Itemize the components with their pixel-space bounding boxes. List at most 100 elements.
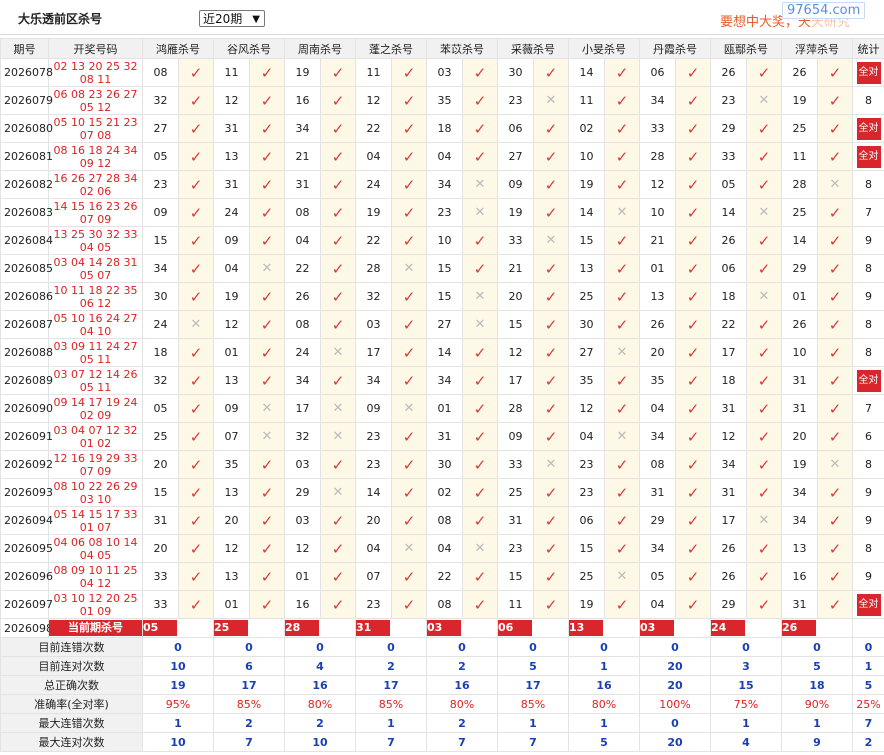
check-icon: ✓ (402, 511, 416, 530)
issue-number: 2026078 (0, 58, 53, 87)
kill-number: 02 (568, 114, 605, 143)
kill-number: 33 (497, 226, 534, 255)
kill-number: 25 (568, 282, 605, 311)
check-icon: ✓ (686, 91, 700, 110)
kill-number: 31 (142, 506, 179, 535)
result-mark: ✓ (817, 282, 853, 311)
check-icon: ✓ (686, 427, 700, 446)
cross-icon: ✕ (545, 233, 557, 248)
draw-numbers: 03 07 12 14 26 05 11 (48, 366, 143, 395)
kill-number: 26 (781, 310, 818, 339)
issue-number: 2026082 (0, 170, 53, 199)
summary-value: 1 (852, 656, 884, 676)
kill-number: 20 (781, 422, 818, 451)
back-numbers: 04 10 (79, 324, 112, 338)
check-icon: ✓ (402, 287, 416, 306)
kill-number: 08 (284, 198, 321, 227)
kill-number: 15 (426, 254, 463, 283)
table-row: 2026085 03 04 14 28 31 05 07 34 ✓ 04 ✕ 22 ✓ 28 ✕ 15… (0, 254, 884, 283)
cross-icon: ✕ (403, 401, 415, 416)
result-mark: ✓ (320, 114, 356, 143)
check-icon: ✓ (331, 63, 345, 82)
check-icon: ✓ (331, 287, 345, 306)
result-mark: ✓ (178, 254, 214, 283)
result-mark: ✓ (391, 338, 427, 367)
kill-number: 18 (426, 114, 463, 143)
result-mark: ✓ (746, 534, 782, 563)
result-mark: ✓ (533, 338, 569, 367)
kill-number: 26 (639, 310, 676, 339)
check-icon: ✓ (189, 147, 203, 166)
kill-number: 23 (355, 422, 392, 451)
draw-numbers: 09 14 17 19 24 02 09 (48, 394, 143, 423)
kill-number: 23 (568, 478, 605, 507)
check-icon: ✓ (686, 203, 700, 222)
check-icon: ✓ (615, 119, 629, 138)
check-icon: ✓ (544, 427, 558, 446)
all-correct-badge: 全对 (856, 61, 881, 84)
result-mark: ✓ (462, 254, 498, 283)
check-icon: ✓ (615, 147, 629, 166)
result-mark: ✓ (178, 562, 214, 591)
front-numbers: 03 07 12 14 26 (53, 367, 138, 381)
current-kill-number: 13 (569, 620, 603, 636)
check-icon: ✓ (402, 203, 416, 222)
kill-number: 19 (497, 198, 534, 227)
check-icon: ✓ (402, 91, 416, 110)
check-icon: ✓ (686, 343, 700, 362)
result-mark: ✓ (817, 86, 853, 115)
issue-number: 2026089 (0, 366, 53, 395)
result-mark: ✓ (675, 58, 711, 87)
result-mark: ✕ (320, 394, 356, 423)
kill-number: 11 (497, 590, 534, 619)
back-numbers: 01 09 (79, 604, 112, 618)
result-mark: ✓ (746, 170, 782, 199)
kill-number: 30 (142, 282, 179, 311)
check-icon: ✓ (686, 231, 700, 250)
result-mark: ✓ (462, 114, 498, 143)
issue-number: 2026090 (0, 394, 53, 423)
result-mark: ✓ (391, 366, 427, 395)
check-icon: ✓ (686, 371, 700, 390)
summary-value: 0 (639, 637, 711, 657)
kill-number: 15 (568, 534, 605, 563)
cross-icon: ✕ (474, 177, 486, 192)
check-icon: ✓ (473, 119, 487, 138)
draw-numbers: 08 16 18 24 34 09 12 (48, 142, 143, 171)
check-icon: ✓ (473, 455, 487, 474)
current-kill-number: 05 (143, 620, 177, 636)
draw-numbers: 03 04 07 12 32 01 02 (48, 422, 143, 451)
kill-number: 34 (781, 478, 818, 507)
result-mark: ✕ (746, 506, 782, 535)
check-icon: ✓ (189, 483, 203, 502)
kill-number: 14 (781, 226, 818, 255)
check-icon: ✓ (331, 511, 345, 530)
kill-number: 30 (426, 450, 463, 479)
result-mark: ✕ (462, 534, 498, 563)
table-row: 2026096 08 09 10 11 25 04 12 33 ✓ 13 ✓ 01 ✓ 07 ✓ 22… (0, 562, 884, 591)
result-mark: ✓ (604, 58, 640, 87)
check-icon: ✓ (757, 63, 771, 82)
period-select[interactable]: 近20期 ▼ (199, 10, 265, 27)
check-icon: ✓ (757, 231, 771, 250)
column-header: 瓯鄢杀号 (710, 38, 782, 59)
result-mark: ✓ (604, 282, 640, 311)
result-mark: ✓ (320, 366, 356, 395)
result-mark: ✓ (604, 170, 640, 199)
result-mark: ✕ (320, 422, 356, 451)
check-icon: ✓ (828, 343, 842, 362)
check-icon: ✓ (473, 371, 487, 390)
check-icon: ✓ (544, 567, 558, 586)
result-mark: ✓ (178, 86, 214, 115)
check-icon: ✓ (331, 91, 345, 110)
result-mark: ✓ (178, 58, 214, 87)
table-row: 2026097 03 10 12 20 25 01 09 33 ✓ 01 ✓ 16 ✓ 23 ✓ 08… (0, 590, 884, 619)
current-kill-number: 06 (498, 620, 532, 636)
result-mark: ✓ (533, 366, 569, 395)
summary-label: 总正确次数 (0, 675, 143, 695)
cross-icon: ✕ (758, 93, 770, 108)
kill-number: 18 (142, 338, 179, 367)
kill-number: 10 (781, 338, 818, 367)
summary-value: 17 (497, 675, 569, 695)
check-icon: ✓ (828, 203, 842, 222)
